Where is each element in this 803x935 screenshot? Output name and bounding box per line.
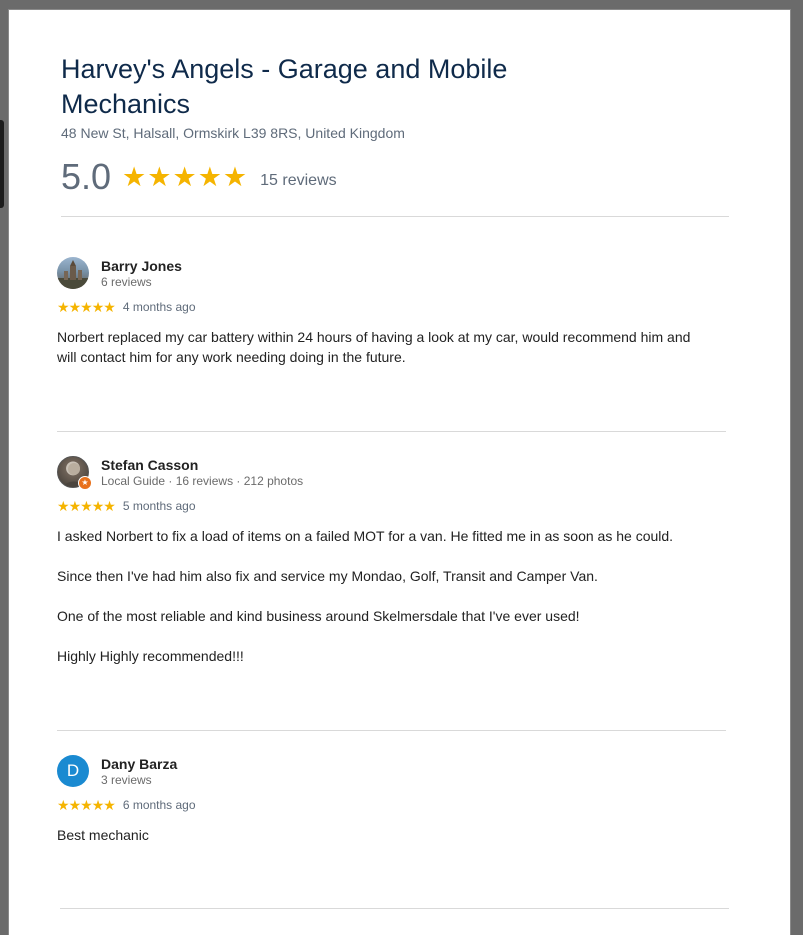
- church-photo-icon: [57, 260, 89, 289]
- review-count-link[interactable]: 15 reviews: [260, 172, 336, 190]
- review-date: 5 months ago: [122, 499, 196, 513]
- star-icon: ★: [122, 162, 147, 192]
- review-date: 6 months ago: [122, 798, 196, 812]
- reviewer-name[interactable]: Dany Barza: [101, 756, 177, 772]
- review-card: ★ Stefan Casson Local Guide · 16 reviews…: [57, 456, 707, 696]
- star-icon: ★: [197, 162, 222, 192]
- review-paragraph: Norbert replaced my car battery within 2…: [57, 329, 691, 365]
- reviewer-meta: 6 reviews: [101, 275, 152, 289]
- star-icon: ★: [147, 162, 172, 192]
- review-rating: ★ ★ ★ ★ ★ 5 months ago: [57, 498, 196, 514]
- star-icon: ★: [91, 797, 105, 813]
- review-divider: [57, 431, 726, 432]
- review-divider: [57, 730, 726, 731]
- rating-stars: ★ ★ ★ ★ ★: [122, 162, 247, 192]
- review-paragraph: Highly Highly recommended!!!: [57, 648, 244, 664]
- rating-value: 5.0: [61, 156, 112, 197]
- star-icon: ★: [103, 498, 116, 514]
- review-text: Norbert replaced my car battery within 2…: [57, 327, 705, 387]
- review-rating: ★ ★ ★ ★ ★ 6 months ago: [57, 797, 196, 813]
- business-header: Harvey's Angels - Garage and Mobile Mech…: [61, 52, 741, 197]
- star-icon: ★: [103, 299, 116, 315]
- star-icon: ★: [103, 797, 116, 813]
- star-icon: ★: [172, 162, 197, 192]
- review-divider: [60, 908, 729, 909]
- reviewer-name[interactable]: Barry Jones: [101, 258, 182, 274]
- reviewer-meta: Local Guide · 16 reviews · 212 photos: [101, 474, 304, 488]
- business-address: 48 New St, Halsall, Ormskirk L39 8RS, Un…: [61, 125, 405, 141]
- business-name: Harvey's Angels - Garage and Mobile Mech…: [61, 54, 508, 119]
- star-icon: ★: [68, 797, 82, 813]
- review-text: Best mechanic: [57, 825, 705, 865]
- reviewer-avatar[interactable]: [57, 257, 89, 289]
- review-text: I asked Norbert to fix a load of items o…: [57, 526, 705, 686]
- star-icon: ★: [57, 797, 70, 813]
- review-card: D Dany Barza 3 reviews ★ ★ ★ ★ ★ 6 month…: [57, 755, 707, 875]
- star-icon: ★: [57, 299, 70, 315]
- local-guide-badge-icon: ★: [78, 476, 92, 490]
- star-icon: ★: [222, 162, 248, 192]
- review-paragraph: One of the most reliable and kind busine…: [57, 608, 580, 624]
- review-paragraph: I asked Norbert to fix a load of items o…: [57, 528, 674, 544]
- review-date: 4 months ago: [122, 300, 196, 314]
- star-icon: ★: [80, 797, 93, 813]
- rating-summary: 5.0 ★ ★ ★ ★ ★ 15 reviews: [61, 157, 741, 197]
- star-icon: ★: [80, 299, 93, 315]
- header-divider: [61, 216, 729, 217]
- review-paragraph: Best mechanic: [57, 827, 149, 843]
- reviewer-avatar[interactable]: D: [57, 755, 89, 787]
- reviews-dialog: Harvey's Angels - Garage and Mobile Mech…: [9, 10, 790, 935]
- review-rating: ★ ★ ★ ★ ★ 4 months ago: [57, 299, 196, 315]
- reviewer-meta: 3 reviews: [101, 773, 152, 787]
- review-card: Barry Jones 6 reviews ★ ★ ★ ★ ★ 4 months…: [57, 257, 707, 387]
- star-icon: ★: [68, 498, 82, 514]
- star-icon: ★: [57, 498, 70, 514]
- window-edge-strip: [0, 120, 4, 208]
- review-paragraph: Since then I've had him also fix and ser…: [57, 568, 598, 584]
- star-icon: ★: [80, 498, 93, 514]
- reviewer-name[interactable]: Stefan Casson: [101, 457, 198, 473]
- star-icon: ★: [91, 498, 105, 514]
- star-icon: ★: [68, 299, 82, 315]
- star-icon: ★: [91, 299, 105, 315]
